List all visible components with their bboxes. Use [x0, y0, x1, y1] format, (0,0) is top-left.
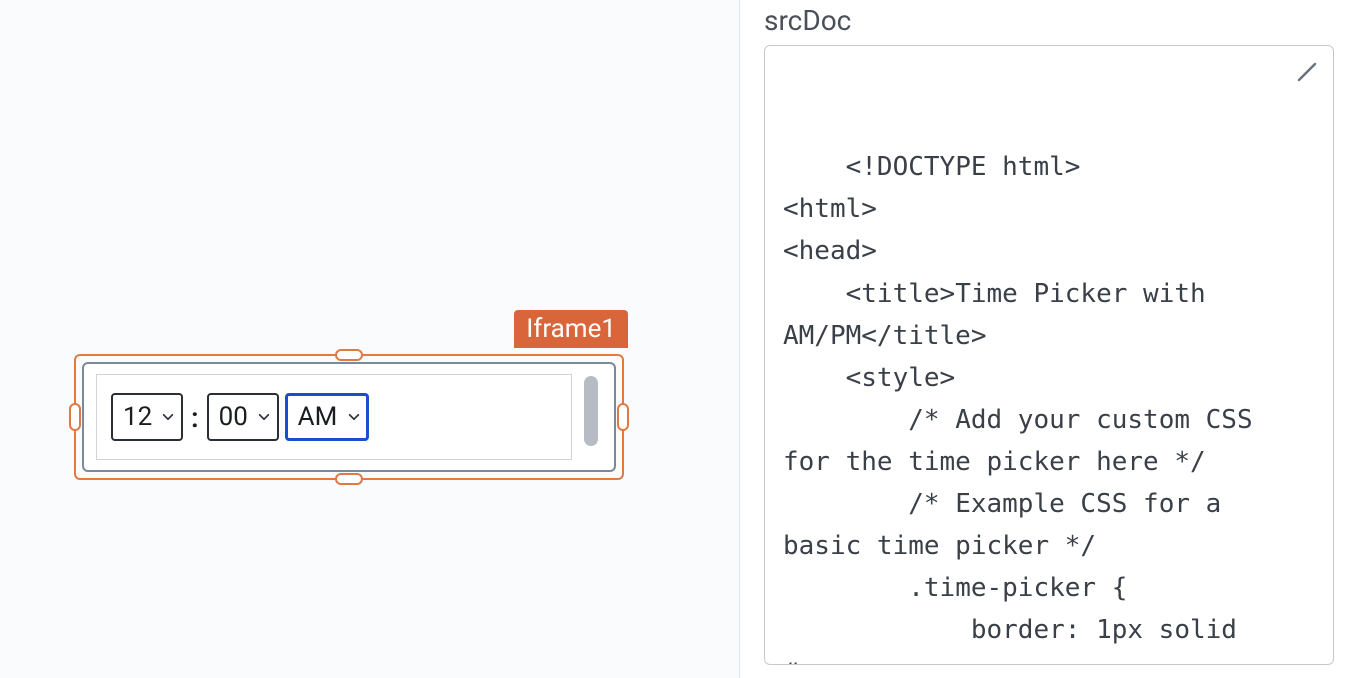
time-separator: : [189, 401, 201, 434]
expand-icon[interactable] [1295, 60, 1319, 84]
code-line: /* Add your custom CSS for the time pick… [783, 405, 1268, 477]
selection-outline: 12 : 00 AM [74, 354, 624, 480]
resize-handle-right[interactable] [617, 403, 629, 431]
srcdoc-code-editor[interactable]: <!DOCTYPE html> <html> <head> <title>Tim… [764, 45, 1334, 665]
code-line: /* Example CSS for a basic time picker *… [783, 489, 1237, 561]
hours-select-wrap: 12 [111, 393, 183, 441]
hours-select[interactable]: 12 [111, 393, 183, 441]
iframe-scrollbar[interactable] [580, 374, 602, 460]
prop-label-srcdoc: srcDoc [764, 4, 1334, 37]
resize-handle-left[interactable] [69, 403, 81, 431]
ampm-select-wrap: AM [285, 393, 369, 441]
time-picker-container: 12 : 00 AM [96, 374, 572, 460]
properties-panel: srcDoc <!DOCTYPE html> <html> <head> <ti… [740, 0, 1358, 678]
resize-handle-bottom[interactable] [335, 473, 363, 485]
code-line: border: 1px solid #ccc; [783, 615, 1253, 665]
iframe-preview: 12 : 00 AM [82, 362, 616, 472]
iframe-component[interactable]: Iframe1 12 : 00 [74, 354, 624, 480]
component-label-badge[interactable]: Iframe1 [514, 310, 628, 348]
scrollbar-thumb[interactable] [584, 376, 598, 446]
ampm-select[interactable]: AM [285, 393, 369, 441]
code-line: <html> [783, 194, 877, 224]
code-line: <head> [783, 236, 877, 266]
minutes-select[interactable]: 00 [207, 393, 279, 441]
canvas-panel: Iframe1 12 : 00 [0, 0, 740, 678]
code-line: .time-picker { [783, 573, 1127, 603]
minutes-select-wrap: 00 [207, 393, 279, 441]
code-line: <title>Time Picker with AM/PM</title> [783, 279, 1221, 351]
resize-handle-top[interactable] [335, 349, 363, 361]
code-line: <style> [783, 363, 955, 393]
code-line: <!DOCTYPE html> [846, 152, 1081, 182]
